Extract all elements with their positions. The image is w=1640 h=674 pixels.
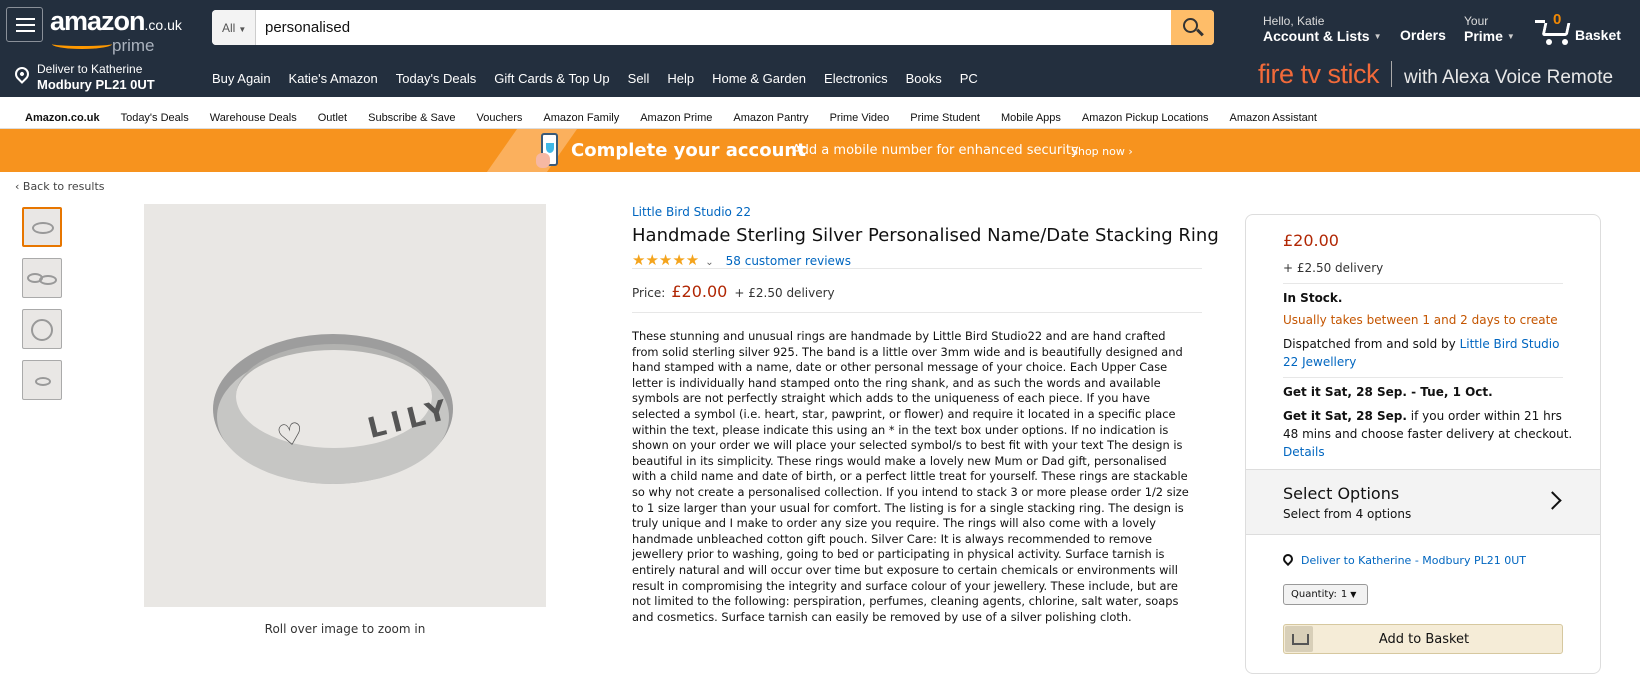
- shop-now-link[interactable]: Shop now ›: [1071, 145, 1133, 158]
- product-image[interactable]: ♡ LILY: [144, 204, 546, 607]
- sub-nav-link[interactable]: Amazon Assistant: [1230, 112, 1317, 124]
- search-input[interactable]: [256, 10, 1176, 45]
- buybox-price: £20.00: [1283, 231, 1339, 250]
- sub-nav-link[interactable]: Mobile Apps: [1001, 112, 1061, 124]
- reviews-link[interactable]: 58 customer reviews: [726, 254, 851, 268]
- price-row: Price: £20.00 + £2.50 delivery: [632, 282, 835, 301]
- nav-link[interactable]: Help: [667, 71, 694, 86]
- product-description: These stunning and unusual rings are han…: [632, 329, 1189, 624]
- buy-box: £20.00 + £2.50 delivery In Stock. Usuall…: [1245, 214, 1601, 674]
- nav-link[interactable]: Books: [906, 71, 942, 86]
- nav-link[interactable]: Buy Again: [212, 71, 271, 86]
- back-to-results-link[interactable]: ‹ Back to results: [15, 180, 105, 193]
- smile-icon: [52, 39, 112, 49]
- sub-nav-link[interactable]: Outlet: [318, 112, 347, 124]
- nav-link[interactable]: Gift Cards & Top Up: [494, 71, 609, 86]
- divider: [632, 312, 1202, 313]
- thumbnail-3[interactable]: [22, 309, 62, 349]
- nav-link[interactable]: PC: [960, 71, 978, 86]
- thumbnail-2[interactable]: [22, 258, 62, 298]
- stock-status: In Stock.: [1283, 291, 1343, 305]
- zoom-hint: Roll over image to zoom in: [264, 622, 426, 636]
- rating-row: ★★★★★ ⌄ 58 customer reviews: [632, 250, 851, 269]
- nav-link[interactable]: Today's Deals: [396, 71, 477, 86]
- prime-menu[interactable]: Your Prime ▼: [1464, 14, 1515, 44]
- details-link[interactable]: Details: [1283, 445, 1325, 459]
- caret-down-icon: ▼: [238, 25, 247, 34]
- sub-nav-link[interactable]: Amazon Prime: [640, 112, 712, 124]
- heart-icon: ♡: [274, 415, 307, 456]
- thumbnail-1[interactable]: [22, 207, 62, 247]
- caret-down-icon: ▼: [1373, 32, 1382, 41]
- account-menu[interactable]: Hello, Katie Account & Lists ▼: [1263, 14, 1382, 44]
- top-nav: amazon.co.uk prime All▼ Hello, Katie Acc…: [0, 0, 1640, 56]
- basket-count: 0: [1553, 11, 1562, 28]
- deliver-to-link[interactable]: Deliver to Katherine - Modbury PL21 0UT: [1280, 549, 1526, 568]
- chevron-down-icon[interactable]: ⌄: [705, 257, 713, 268]
- product-title: Handmade Sterling Silver Personalised Na…: [632, 225, 1219, 246]
- search-button[interactable]: [1171, 10, 1214, 45]
- quantity-select[interactable]: Quantity: 1 ▼: [1283, 584, 1368, 605]
- sub-nav: Amazon.co.uk Today's Deals Warehouse Deals…: [0, 97, 1640, 129]
- sub-nav-link[interactable]: Amazon Pickup Locations: [1082, 112, 1209, 124]
- location-pin-icon: [12, 64, 32, 84]
- caret-down-icon: ▼: [1506, 32, 1515, 41]
- nav-links: Buy Again Katie's Amazon Today's Deals Gift…: [212, 68, 996, 87]
- secondary-nav: Deliver to Katherine Modbury PL21 0UT Bu…: [0, 56, 1640, 97]
- sub-nav-link[interactable]: Today's Deals: [121, 112, 189, 124]
- nav-link[interactable]: Sell: [628, 71, 650, 86]
- sub-nav-link[interactable]: Prime Student: [910, 112, 980, 124]
- sub-nav-link[interactable]: Amazon Family: [543, 112, 619, 124]
- caret-down-icon: ▼: [1350, 590, 1357, 599]
- sub-nav-link[interactable]: Subscribe & Save: [368, 112, 455, 124]
- star-rating-icon[interactable]: ★★★★★: [632, 251, 699, 269]
- divider: [1283, 377, 1563, 378]
- divider: [632, 268, 1202, 269]
- location-pin-icon: [1280, 551, 1296, 567]
- search-category-dropdown[interactable]: All ▼: [212, 10, 256, 45]
- nav-link[interactable]: Home & Garden: [712, 71, 806, 86]
- sub-nav-link[interactable]: Amazon.co.uk: [25, 112, 100, 124]
- select-options-button[interactable]: Select Options Select from 4 options: [1246, 469, 1600, 535]
- amazon-logo[interactable]: amazon.co.uk prime: [50, 6, 182, 55]
- sub-nav-link[interactable]: Vouchers: [477, 112, 523, 124]
- orders-link[interactable]: Orders: [1400, 27, 1446, 43]
- basket-link[interactable]: 0 Basket: [1535, 11, 1635, 48]
- add-to-basket-button[interactable]: Add to Basket: [1283, 624, 1563, 654]
- chevron-right-icon: [1543, 491, 1562, 510]
- search-bar: All ▼: [212, 10, 1214, 45]
- sub-nav-link[interactable]: Prime Video: [830, 112, 890, 124]
- nav-link[interactable]: Katie's Amazon: [289, 71, 378, 86]
- thumbnail-4[interactable]: [22, 360, 62, 400]
- sub-nav-link[interactable]: Amazon Pantry: [733, 112, 808, 124]
- divider: [1283, 283, 1563, 284]
- nav-link[interactable]: Electronics: [824, 71, 888, 86]
- product-price: £20.00: [671, 282, 728, 301]
- fire-tv-promo[interactable]: fire tv stick with Alexa Voice Remote: [1258, 59, 1613, 90]
- menu-icon[interactable]: [6, 7, 43, 42]
- complete-account-banner[interactable]: Complete your account Add a mobile numbe…: [0, 129, 1640, 172]
- store-link[interactable]: Little Bird Studio 22: [632, 205, 751, 219]
- sub-nav-link[interactable]: Warehouse Deals: [210, 112, 297, 124]
